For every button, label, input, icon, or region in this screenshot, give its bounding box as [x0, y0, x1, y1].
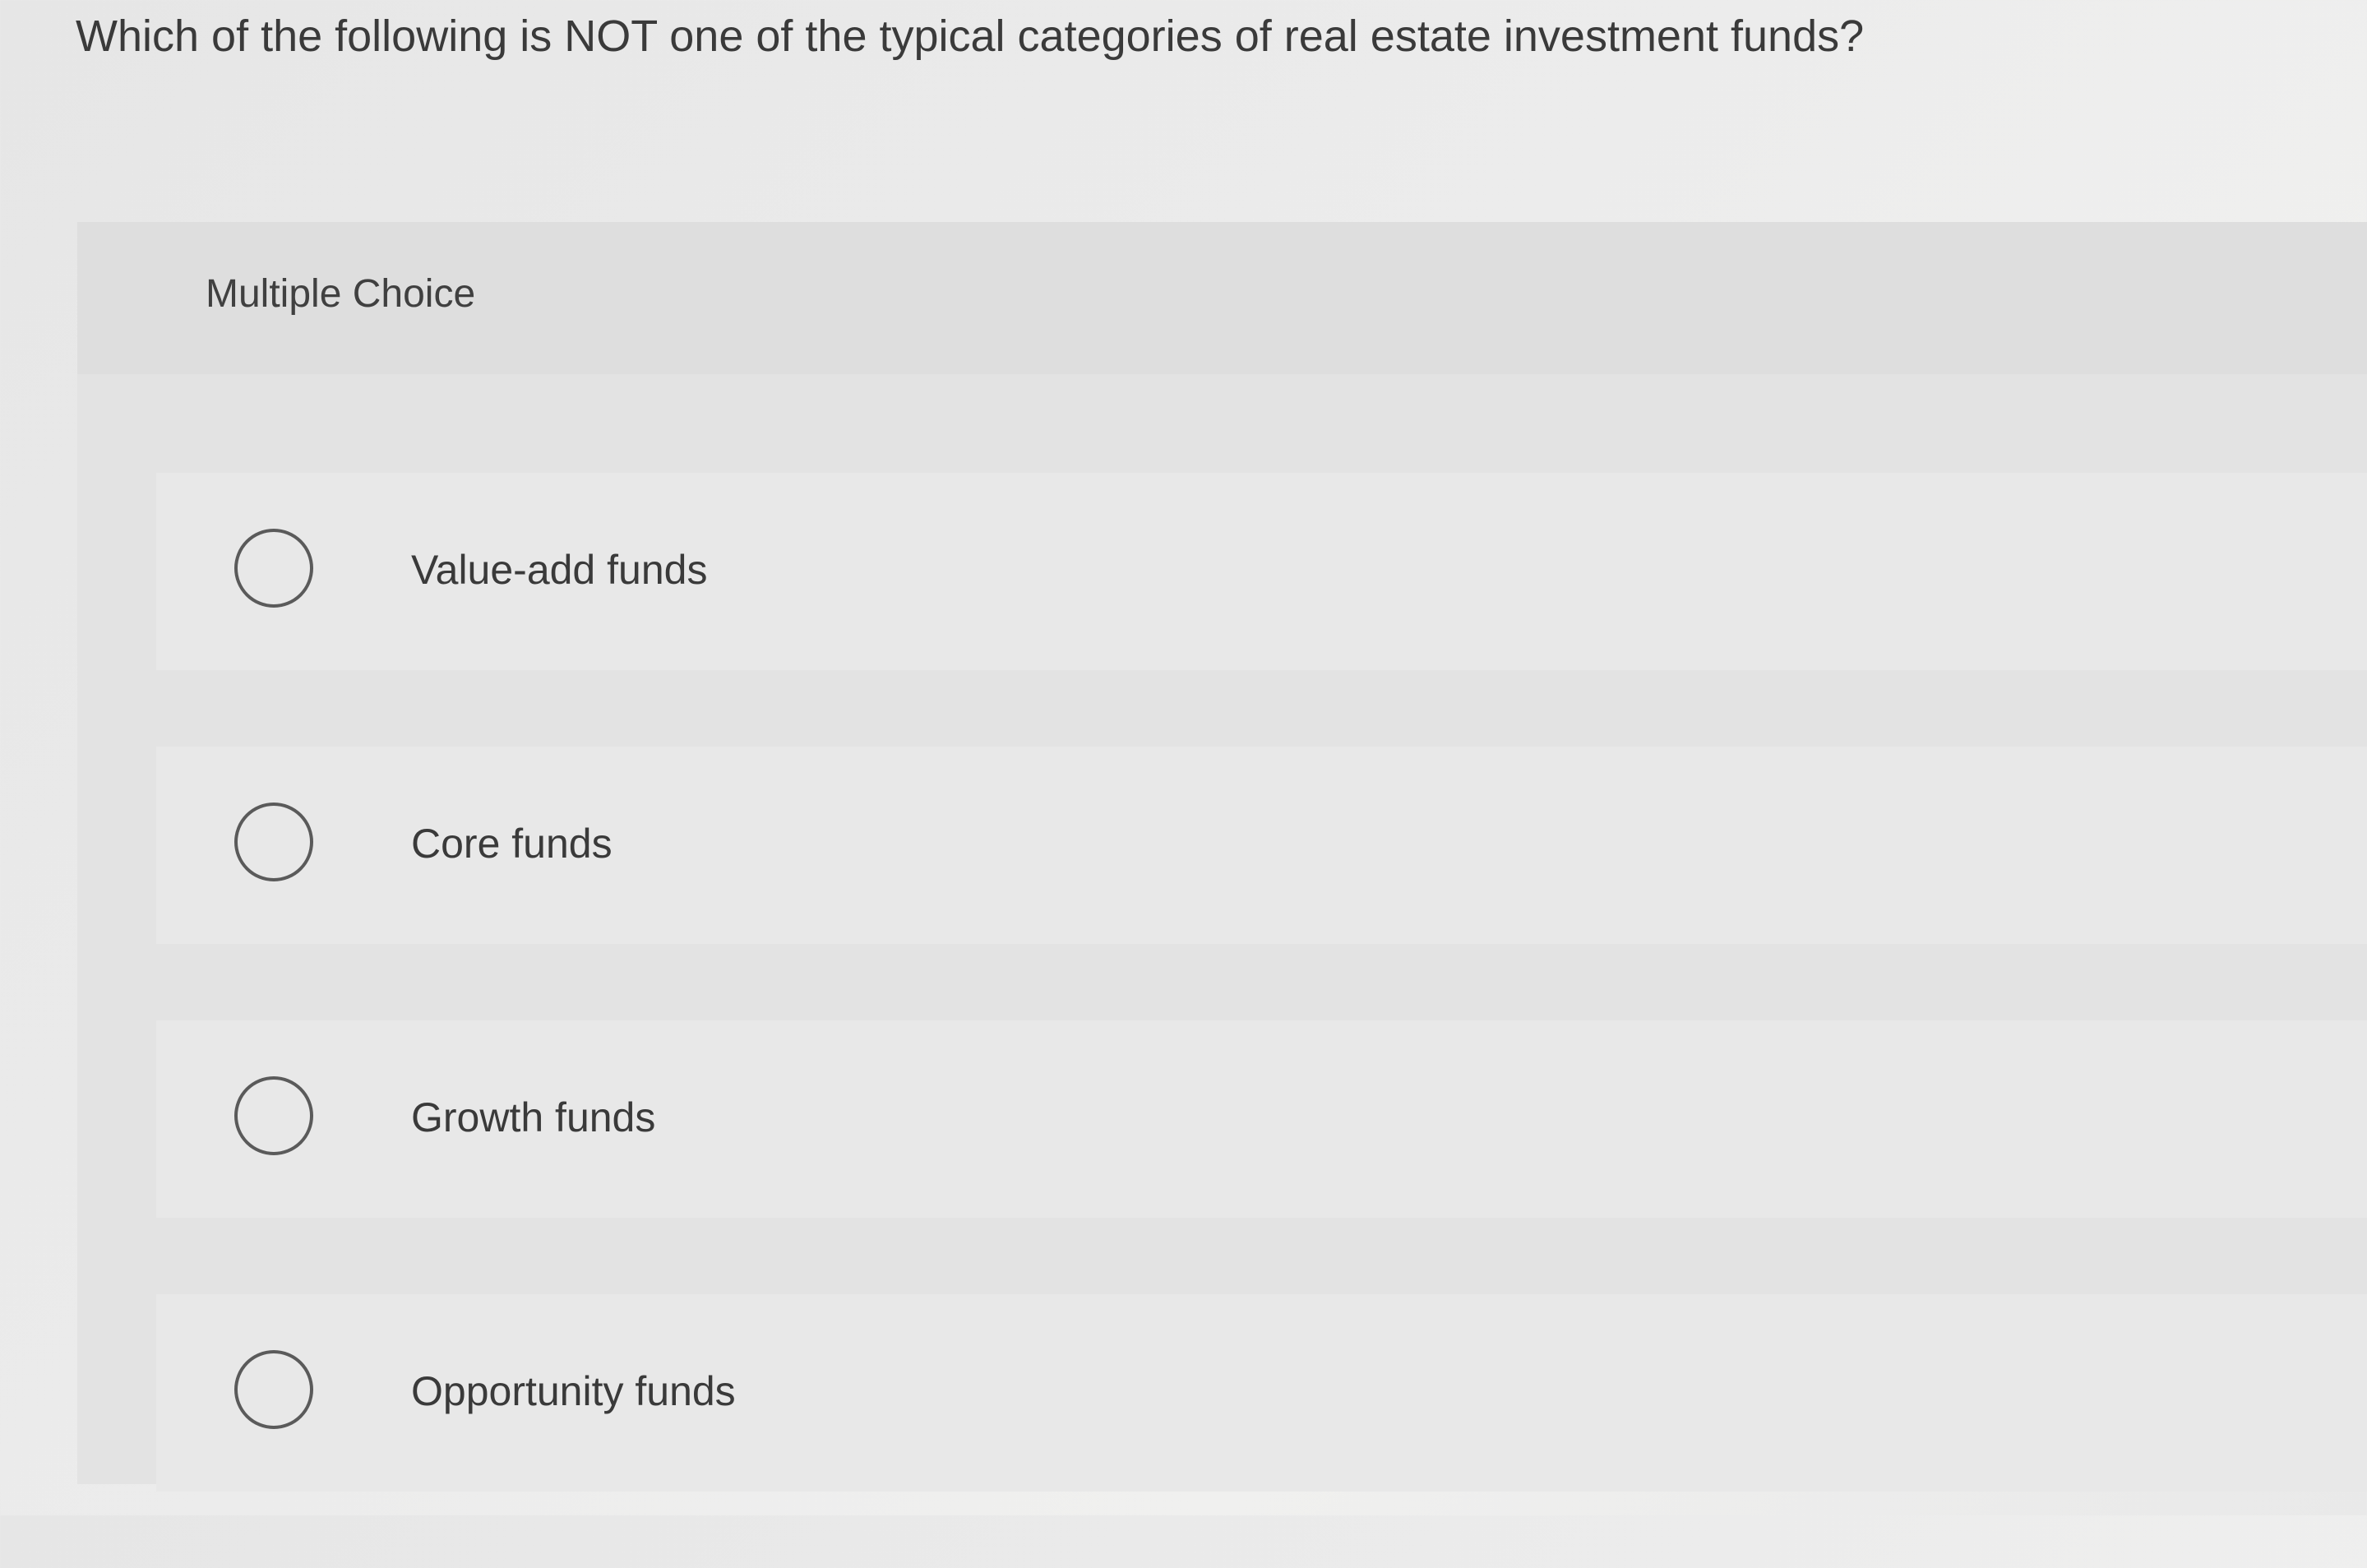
option-label[interactable]: Opportunity funds — [411, 1360, 736, 1422]
options-list: Value-add funds Core funds Growth funds … — [156, 473, 2367, 1568]
radio-button[interactable] — [234, 803, 313, 881]
option-core[interactable]: Core funds — [156, 747, 2367, 944]
option-opportunity[interactable]: Opportunity funds — [156, 1294, 2367, 1492]
option-value-add[interactable]: Value-add funds — [156, 473, 2367, 670]
question-type-label: Multiple Choice — [206, 272, 476, 316]
option-label[interactable]: Value-add funds — [411, 539, 707, 601]
option-label[interactable]: Core funds — [411, 812, 613, 875]
radio-button[interactable] — [234, 529, 313, 608]
radio-button[interactable] — [234, 1076, 313, 1155]
question-text: Which of the following is NOT one of the… — [76, 12, 1865, 61]
option-label[interactable]: Growth funds — [411, 1086, 655, 1149]
option-growth[interactable]: Growth funds — [156, 1020, 2367, 1218]
radio-button[interactable] — [234, 1350, 313, 1429]
